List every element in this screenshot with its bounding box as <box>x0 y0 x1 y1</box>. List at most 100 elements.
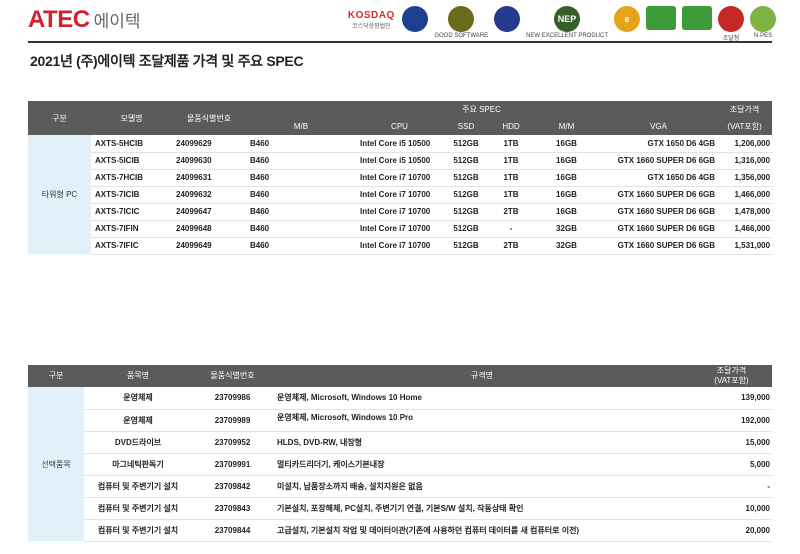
good-software-logo-wrap: GOOD SOFTWARE <box>434 6 488 39</box>
vga-cell: GTX 1660 SUPER D6 6GB <box>600 203 718 221</box>
mm-cell: 16GB <box>533 186 600 204</box>
id-cell: 24099649 <box>172 237 246 255</box>
mb-cell: B460 <box>246 220 356 238</box>
ssd-cell: 512GB <box>443 135 489 153</box>
kosdaq-text: KOSDAQ <box>347 10 395 21</box>
col-header-vga: VGA <box>600 118 718 135</box>
price-cell: 1,206,000 <box>717 135 773 153</box>
nep-logo-text: NEP <box>557 14 577 24</box>
id-cell: 23709991 <box>192 453 273 476</box>
gs-cert-logo-wrap <box>402 6 429 32</box>
col-header-mb: M/B <box>246 118 356 135</box>
optional-items-price-table: 구분 품목명 물품식별번호 규격명 조달가격 (VAT포함) 선택품목 운영체제 2… <box>28 365 772 542</box>
table-row: DVD드라이브 23709952 HLDS, DVD-RW, 내장형 15,000 <box>28 431 772 454</box>
id-cell: 23709986 <box>192 387 273 410</box>
nep-logo-wrap: NEP NEW EXCELLENT PRODUCT <box>526 6 608 39</box>
certification-logos: KOSDAQ 코스닥상장법인 GOOD SOFTWARE NEP NEW EXCELLE… <box>346 6 776 42</box>
id-cell: 23709843 <box>192 497 273 520</box>
hdd-cell: 2TB <box>489 237 533 255</box>
item-cell: 운영체제 <box>84 409 192 432</box>
ssd-cell: 512GB <box>443 203 489 221</box>
nep-green-logo <box>750 6 776 32</box>
mb-cell: B460 <box>246 169 356 187</box>
id-cell: 24099632 <box>172 186 246 204</box>
spec-cell: HLDS, DVD-RW, 내장형 <box>273 431 691 454</box>
hdd-cell: 1TB <box>489 186 533 204</box>
col-header-category: 구분 <box>28 101 91 135</box>
price-cell: 139,000 <box>691 387 772 410</box>
ssd-cell: 512GB <box>443 186 489 204</box>
atec-logo: ATEC 에이텍 <box>28 6 140 34</box>
id-cell: 23709952 <box>192 431 273 454</box>
spec-cell: 고급설치, 기본설치 작업 및 데이터이관(기존에 사용하던 컴퓨터 데이터를 … <box>273 519 691 542</box>
taeguk-logo <box>718 6 744 32</box>
price-cell: 10,000 <box>691 497 772 520</box>
price-cell: 20,000 <box>691 519 772 542</box>
table-row: AXTS-5ICIB 24099630 B460 Intel Core i5 1050… <box>28 152 773 170</box>
ssd-cell: 512GB <box>443 152 489 170</box>
item-cell: 컴퓨터 및 주변기기 설치 <box>84 519 192 542</box>
item-cell: 마그네틱판독기 <box>84 453 192 476</box>
kosdaq-sub: 코스닥상장법인 <box>351 24 391 30</box>
col-header-mm: M/M <box>533 118 600 135</box>
col-header-id: 물품식별번호 <box>172 101 246 135</box>
vga-cell: GTX 1660 SUPER D6 6GB <box>600 152 718 170</box>
kc-cert-logo-wrap <box>494 6 521 32</box>
item-cell: 컴퓨터 및 주변기기 설치 <box>84 497 192 520</box>
id-cell: 24099631 <box>172 169 246 187</box>
table-row: 운영체제 23709989 운영체제, Microsoft, Windows 10 … <box>28 409 772 432</box>
e-cert-logo: e <box>614 6 640 32</box>
header-divider <box>28 41 772 43</box>
hdd-cell: - <box>489 220 533 238</box>
nep-logo-label: NEW EXCELLENT PRODUCT <box>526 33 608 39</box>
price-cell: 15,000 <box>691 431 772 454</box>
col-header-price: 조달가격 (VAT포함) <box>691 365 772 387</box>
energy-label-logo <box>682 6 712 30</box>
table-row: AXTS-7IFIC 24099649 B460 Intel Core i7 1070… <box>28 237 773 255</box>
vga-cell: GTX 1650 D6 4GB <box>600 135 718 153</box>
item-cell: DVD드라이브 <box>84 431 192 454</box>
model-cell: AXTS-7IFIN <box>91 220 172 238</box>
table-row: AXTS-7ICIB 24099632 B460 Intel Core i7 1070… <box>28 186 773 204</box>
mb-cell: B460 <box>246 203 356 221</box>
cpu-cell: Intel Core i7 10700 <box>356 186 443 204</box>
good-software-logo <box>448 6 475 32</box>
table-row: 타워형 PC AXTS-5HCIB 24099629 B460 Intel Core i… <box>28 135 773 254</box>
vga-cell: GTX 1660 SUPER D6 6GB <box>600 220 718 238</box>
table-row: AXTS-7IFIN 24099648 B460 Intel Core i7 1070… <box>28 220 773 238</box>
col-header-ssd: SSD <box>443 118 489 135</box>
e-cert-logo-text: e <box>624 14 630 24</box>
id-cell: 23709989 <box>192 409 273 432</box>
model-cell: AXTS-7HCIB <box>91 169 172 187</box>
vga-cell: GTX 1660 SUPER D6 6GB <box>600 237 718 255</box>
table-row: AXTS-7ICIC 24099647 B460 Intel Core i7 1070… <box>28 203 773 221</box>
cpu-cell: Intel Core i5 10500 <box>356 135 443 153</box>
model-cell: AXTS-7ICIB <box>91 186 172 204</box>
model-cell: AXTS-7ICIC <box>91 203 172 221</box>
model-cell: AXTS-7IFIC <box>91 237 172 255</box>
price-cell: 1,531,000 <box>717 237 773 255</box>
mm-cell: 16GB <box>533 135 600 153</box>
kc-cert-logo <box>494 6 521 32</box>
e-cert-logo-wrap: e <box>614 6 640 32</box>
cpu-cell: Intel Core i7 10700 <box>356 169 443 187</box>
logo-korean: 에이텍 <box>93 12 141 32</box>
category-cell: 타워형 PC <box>28 135 91 254</box>
price-cell: 5,000 <box>691 453 772 476</box>
spec-cell: 기본설치, 포장해체, PC설치, 주변기기 연결, 기본S/W 설치, 작동상… <box>273 497 691 520</box>
cpu-cell: Intel Core i7 10700 <box>356 203 443 221</box>
kosdaq-logo: KOSDAQ 코스닥상장법인 <box>346 6 396 34</box>
col-header-price: 조달가격 <box>717 101 773 118</box>
nep-logo: NEP <box>554 6 581 32</box>
price-cell: - <box>691 475 772 498</box>
cpu-cell: Intel Core i7 10700 <box>356 237 443 255</box>
price-cell: 192,000 <box>691 409 772 432</box>
category-cell: 선택품목 <box>28 387 84 541</box>
vga-cell: GTX 1650 D6 4GB <box>600 169 718 187</box>
gs-cert-logo <box>402 6 429 32</box>
mm-cell: 16GB <box>533 203 600 221</box>
id-cell: 24099630 <box>172 152 246 170</box>
cpu-cell: Intel Core i5 10500 <box>356 152 443 170</box>
col-header-id: 물품식별번호 <box>192 365 273 387</box>
price-cell: 1,478,000 <box>717 203 773 221</box>
